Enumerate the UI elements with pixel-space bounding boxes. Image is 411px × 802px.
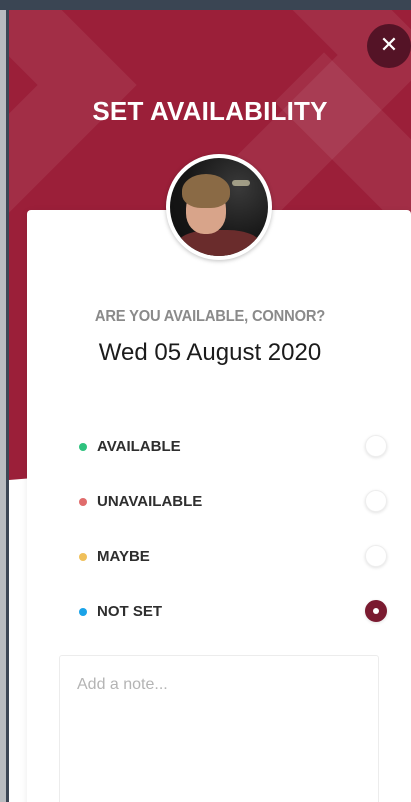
note-input[interactable] [59, 655, 379, 802]
close-icon: ✕ [379, 33, 399, 58]
radio-maybe[interactable] [365, 545, 387, 567]
radio-not-set[interactable] [365, 600, 387, 622]
option-unavailable[interactable]: UNAVAILABLE [77, 489, 387, 515]
radio-available[interactable] [365, 435, 387, 457]
close-button[interactable]: ✕ [367, 24, 411, 68]
option-label: MAYBE [97, 548, 150, 565]
status-dot [79, 608, 87, 616]
status-dot [79, 443, 87, 451]
avatar [166, 154, 272, 260]
status-dot [79, 553, 87, 561]
radio-unavailable[interactable] [365, 490, 387, 512]
option-label: NOT SET [97, 603, 163, 620]
option-available[interactable]: AVAILABLE [77, 434, 387, 460]
event-date: Wed 05 August 2020 [98, 339, 322, 366]
availability-panel: SET AVAILABILITY ARE YOU AVAILABLE, CONN… [9, 10, 411, 802]
option-label: AVAILABLE [97, 438, 181, 455]
availability-question: ARE YOU AVAILABLE, CONNOR? [94, 308, 326, 325]
option-not-set[interactable]: NOT SET [77, 599, 387, 625]
status-dot [79, 498, 87, 506]
background-window-edge [0, 10, 9, 802]
dialog-title: SET AVAILABILITY [92, 96, 328, 126]
option-maybe[interactable]: MAYBE [77, 544, 387, 570]
option-label: UNAVAILABLE [97, 493, 203, 510]
user-photo [170, 158, 268, 256]
top-strip [0, 0, 411, 10]
